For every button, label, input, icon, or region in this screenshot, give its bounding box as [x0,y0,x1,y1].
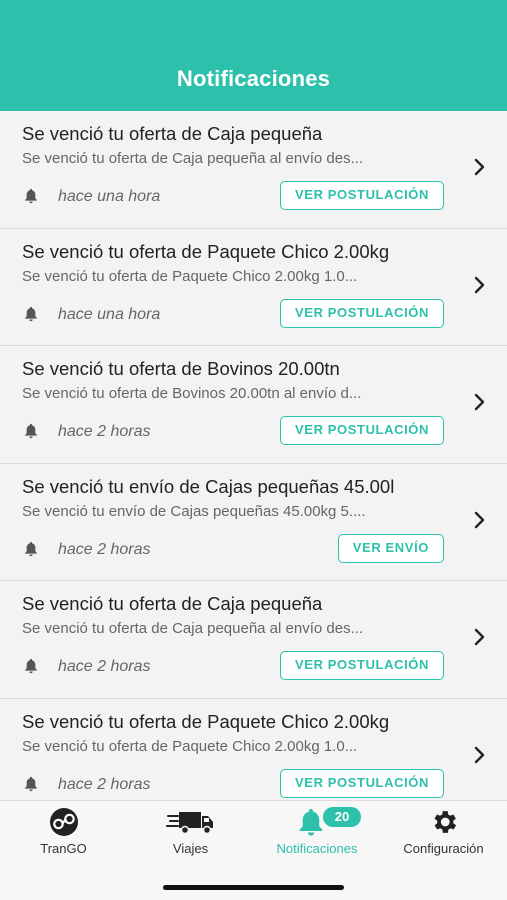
ver-postulacion-button[interactable]: VER POSTULACIÓN [280,651,444,680]
tab-trango[interactable]: TranGO [0,801,127,871]
notification-description: Se venció tu oferta de Paquete Chico 2.0… [22,267,358,285]
notification-count-badge: 20 [323,807,361,827]
notification-item[interactable]: Se venció tu oferta de Bovinos 20.00tn S… [0,346,507,464]
chevron-right-icon[interactable] [473,392,487,412]
bell-icon [25,776,37,791]
tab-label: TranGO [40,841,87,856]
notification-time: hace 2 horas [58,540,151,558]
notification-description: Se venció tu oferta de Caja pequeña al e… [22,150,364,167]
bell-icon [25,188,37,204]
bell-icon [25,423,37,439]
notification-title: Se venció tu oferta de Paquete Chico 2.0… [22,710,390,732]
notification-description: Se venció tu oferta de Bovinos 20.00tn a… [22,385,362,402]
chevron-right-icon[interactable] [473,627,487,647]
home-indicator [163,885,344,890]
bell-icon [25,658,37,674]
gear-icon [434,811,456,833]
notification-title: Se venció tu oferta de Caja pequeña [22,123,323,144]
tab-label: Notificaciones [276,841,358,856]
notification-time: hace una hora [58,305,161,323]
ver-postulacion-button[interactable]: VER POSTULACIÓN [280,181,444,210]
bell-icon [25,541,37,556]
notification-description: Se venció tu envío de Cajas pequeñas 45.… [22,502,366,520]
chevron-right-icon[interactable] [473,510,487,530]
ver-postulacion-button[interactable]: VER POSTULACIÓN [280,416,444,445]
tab-configuracion[interactable]: Configuración [380,801,507,871]
truck-icon [165,812,213,835]
notification-list: Se venció tu oferta de Caja pequeña Se v… [0,111,507,816]
page-title: Notificaciones [176,66,331,91]
tab-label: Viajes [172,841,209,856]
ver-postulacion-button[interactable]: VER POSTULACIÓN [280,298,444,328]
notification-item[interactable]: Se venció tu envío de Cajas pequeñas 45.… [0,463,507,581]
notification-title: Se venció tu oferta de Caja pequeña [22,593,323,614]
notification-item[interactable]: Se venció tu oferta de Paquete Chico 2.0… [0,228,507,346]
bell-icon [299,808,323,836]
notification-title: Se venció tu oferta de Bovinos 20.00tn [22,358,340,379]
notification-time: hace una hora [58,188,161,205]
notification-title: Se venció tu oferta de Paquete Chico 2.0… [22,240,390,262]
app-header: Notificaciones [0,0,507,111]
tab-label: Configuración [403,841,484,856]
notification-time: hace 2 horas [58,423,151,440]
chevron-right-icon[interactable] [473,745,487,765]
notification-time: hace 2 horas [58,775,151,793]
ver-postulacion-button[interactable]: VER POSTULACIÓN [280,768,444,798]
tab-notificaciones[interactable]: Notificaciones [254,801,380,871]
notification-item[interactable]: Se venció tu oferta de Caja pequeña Se v… [0,581,507,699]
notification-item[interactable]: Se venció tu oferta de Paquete Chico 2.0… [0,698,507,816]
bell-icon [25,306,37,321]
tab-viajes[interactable]: Viajes [127,801,254,871]
chevron-right-icon[interactable] [473,157,487,177]
trango-logo-icon [49,808,78,836]
ver-envio-button[interactable]: VER ENVÍO [337,533,444,563]
notification-description: Se venció tu oferta de Caja pequeña al e… [22,620,364,637]
notification-description: Se venció tu oferta de Paquete Chico 2.0… [22,737,358,755]
notification-time: hace 2 horas [58,658,151,675]
chevron-right-icon[interactable] [473,275,487,295]
notification-title: Se venció tu envío de Cajas pequeñas 45.… [22,475,395,497]
notification-item[interactable]: Se venció tu oferta de Caja pequeña Se v… [0,111,507,229]
